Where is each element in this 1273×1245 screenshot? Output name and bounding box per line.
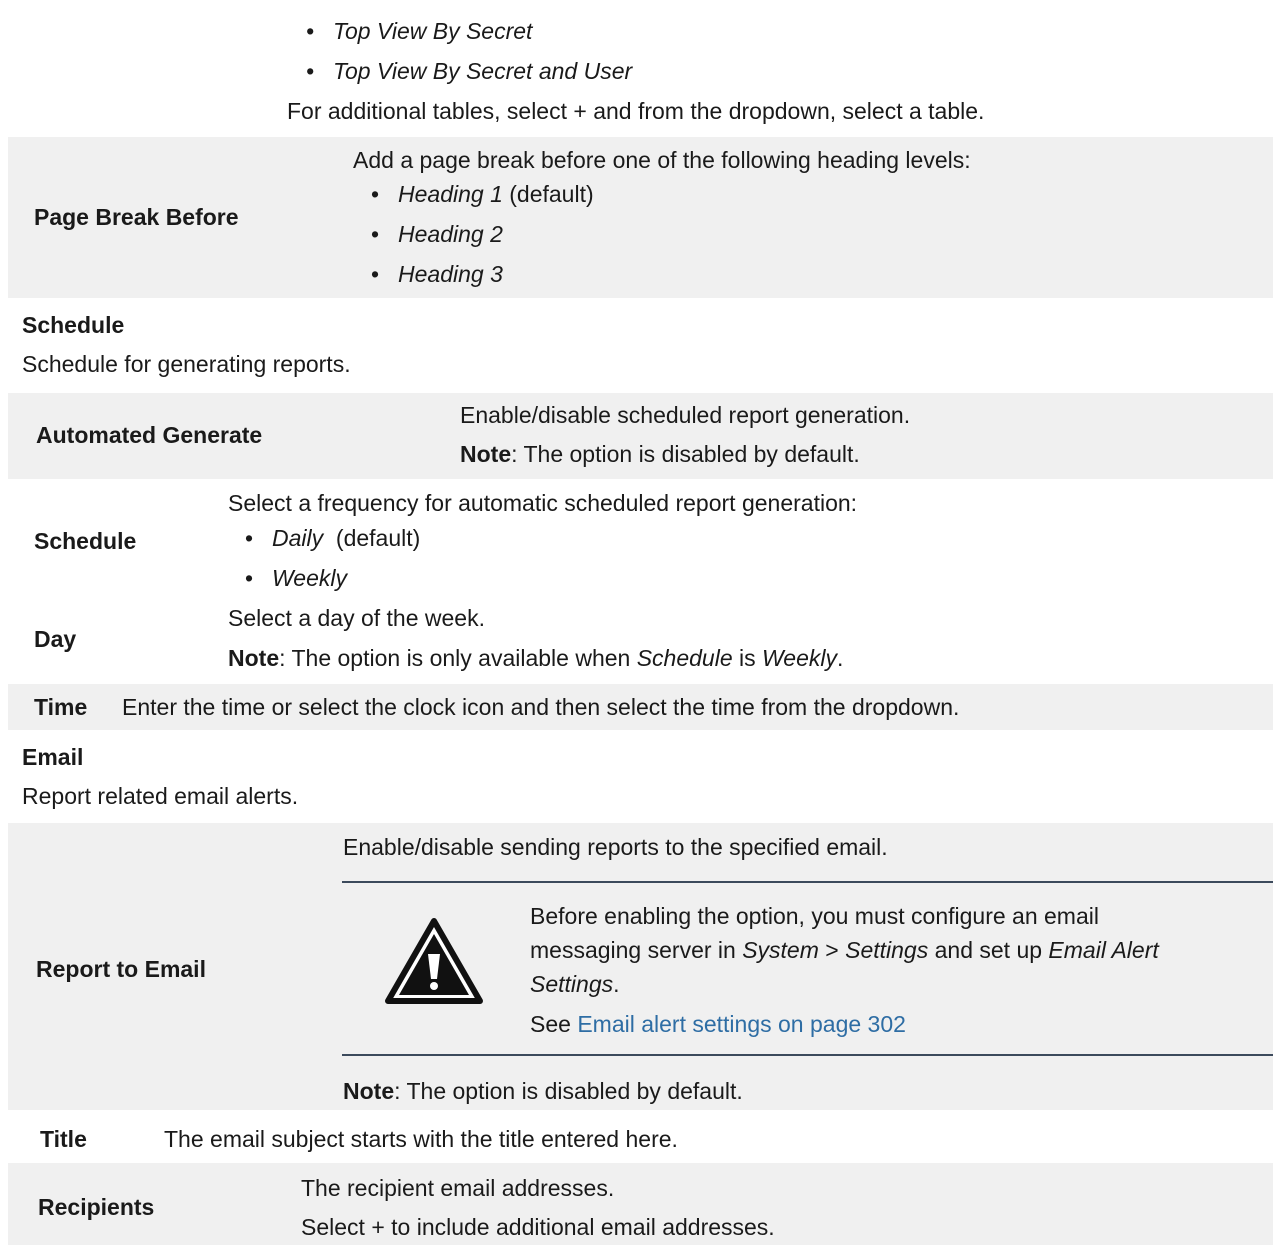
automated-generate-label: Automated Generate bbox=[36, 422, 263, 448]
option-name: Daily bbox=[272, 525, 324, 551]
option-suffix: (default) bbox=[502, 181, 594, 207]
note-schedule: Schedule bbox=[636, 645, 733, 671]
warning-line-3: Settings. bbox=[530, 970, 620, 998]
option-name: Heading 1 bbox=[398, 181, 503, 207]
warning-line-1: Before enabling the option, you must con… bbox=[530, 903, 1099, 929]
bullet-top-view-secret: Top View By Secret bbox=[306, 17, 533, 45]
automated-generate-desc: Enable/disable scheduled report generati… bbox=[460, 402, 911, 428]
option-name: Weekly bbox=[272, 565, 347, 591]
option-suffix: (default) bbox=[323, 525, 421, 551]
schedule-option-daily: Daily (default) bbox=[245, 524, 421, 552]
email-alert-settings-link[interactable]: Email alert settings on page 302 bbox=[577, 1011, 906, 1037]
warning-icon bbox=[383, 916, 485, 1008]
email-description: Report related email alerts. bbox=[22, 783, 299, 809]
schedule-label: Schedule bbox=[34, 528, 137, 554]
note-end: . bbox=[837, 645, 844, 671]
day-label: Day bbox=[34, 626, 77, 652]
day-note: Note: The option is only available when … bbox=[228, 644, 843, 672]
page-break-option-1: Heading 1 (default) bbox=[371, 180, 594, 208]
bullet-top-view-secret-user: Top View By Secret and User bbox=[306, 57, 632, 85]
page-break-option-2: Heading 2 bbox=[371, 220, 503, 248]
report-to-email-desc: Enable/disable sending reports to the sp… bbox=[343, 834, 888, 860]
warning-line-2: messaging server in System > Settings an… bbox=[530, 936, 1159, 964]
warning-text: messaging server in bbox=[530, 937, 743, 963]
note-text: : The option is disabled by default. bbox=[511, 441, 860, 467]
time-desc: Enter the time or select the clock icon … bbox=[122, 694, 960, 720]
note-label: Note bbox=[343, 1078, 395, 1104]
warning-see: See Email alert settings on page 302 bbox=[530, 1010, 906, 1038]
warning-bottom-rule bbox=[342, 1054, 1273, 1056]
note-label: Note bbox=[460, 441, 512, 467]
recipients-desc-1: The recipient email addresses. bbox=[301, 1175, 615, 1201]
warning-text-2: and set up bbox=[928, 937, 1049, 963]
title-desc: The email subject starts with the title … bbox=[164, 1126, 678, 1152]
recipients-desc-2: Select + to include additional email add… bbox=[301, 1214, 775, 1240]
note-text: : The option is disabled by default. bbox=[394, 1078, 743, 1104]
warning-top-rule bbox=[342, 881, 1273, 883]
title-label: Title bbox=[40, 1126, 87, 1152]
warning-system: System bbox=[742, 937, 819, 963]
warning-settings: Settings bbox=[845, 937, 929, 963]
schedule-option-weekly: Weekly bbox=[245, 564, 347, 592]
email-heading: Email bbox=[22, 744, 84, 770]
option-name: Heading 3 bbox=[398, 261, 503, 287]
report-to-email-note: Note: The option is disabled by default. bbox=[343, 1077, 743, 1105]
note-text: : The option is only available when bbox=[279, 645, 637, 671]
note-is: is bbox=[732, 645, 763, 671]
note-label: Note bbox=[228, 645, 280, 671]
time-label: Time bbox=[34, 694, 88, 720]
page-break-label: Page Break Before bbox=[34, 204, 239, 230]
day-desc: Select a day of the week. bbox=[228, 605, 485, 631]
warning-end: . bbox=[613, 971, 620, 997]
schedule-desc: Select a frequency for automatic schedul… bbox=[228, 490, 858, 516]
option-name: Heading 2 bbox=[398, 221, 503, 247]
warning-sep: > bbox=[818, 937, 846, 963]
schedule-description: Schedule for generating reports. bbox=[22, 351, 351, 377]
note-weekly: Weekly bbox=[762, 645, 838, 671]
page-break-option-3: Heading 3 bbox=[371, 260, 503, 288]
see-prefix: See bbox=[530, 1011, 578, 1037]
recipients-label: Recipients bbox=[38, 1194, 155, 1220]
warning-settings-2: Settings bbox=[530, 971, 614, 997]
schedule-heading: Schedule bbox=[22, 312, 125, 338]
additional-tables-text: For additional tables, select + and from… bbox=[287, 98, 985, 124]
automated-generate-note: Note: The option is disabled by default. bbox=[460, 440, 860, 468]
page-break-intro: Add a page break before one of the follo… bbox=[353, 147, 971, 173]
warning-email-alert: Email Alert bbox=[1048, 937, 1159, 963]
report-to-email-label: Report to Email bbox=[36, 956, 206, 982]
